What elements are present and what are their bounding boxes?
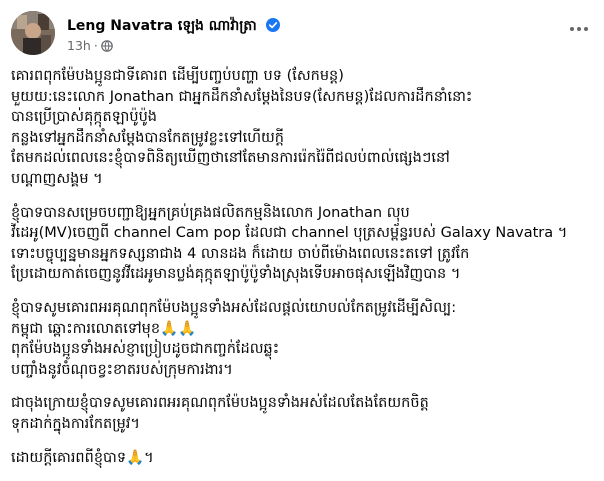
- post-paragraph: ខ្ញុំបាទសូមគោរពអរគុណពុកម៉ែបងប្អូនទាំងអស់…: [11, 298, 592, 380]
- post-paragraph: ជាចុងក្រោយខ្ញុំបាទសូមគោរពអរគុណពុកម៉ែបងប្…: [11, 393, 592, 434]
- post-text-line: ដោយក្តីគោរពពីខ្ញុំបាទ🙏។: [11, 449, 154, 466]
- more-options-button[interactable]: [565, 19, 593, 39]
- author-line: Leng Navatra ឡេង ណាវ៉ាត្រា: [67, 15, 280, 35]
- more-options-icon-dot: [570, 27, 574, 31]
- post-text-line: ពុកម៉ែបងប្អូនទាំងអស់ខ្ញាប្រៀបដូចជាកញ្ចក់…: [11, 341, 280, 358]
- post-meta: 13h ·: [67, 38, 113, 53]
- post-text-line: កម្ពុជា ឆ្ពោះការលោតទៅមុខ🙏🙏: [11, 320, 197, 337]
- post-text-line: គោរពពុកម៉ែបងប្អូនជាទីគោរព ដើម្បីបញ្ចប់បញ…: [11, 68, 344, 84]
- post-text-line: ទោះបច្ចុប្បន្នមានអ្នកទស្សនាជាង 4 លានដង ក…: [11, 245, 470, 262]
- author-name[interactable]: Leng Navatra ឡេង ណាវ៉ាត្រា: [67, 18, 257, 34]
- post-paragraph: គោរពពុកម៉ែបងប្អូនជាទីគោរព ដើម្បីបញ្ចប់បញ…: [11, 66, 592, 190]
- globe-icon[interactable]: [101, 40, 113, 52]
- post-text-line: ខ្ញុំបាទសូមគោរពអរគុណពុកម៉ែបងប្អូនទាំងអស់…: [11, 299, 457, 316]
- more-options-icon-dot: [584, 27, 588, 31]
- post-text-line: ប្រែដោយកាត់ចេញនូវវីដេអូមានប្លង់គុក្កុតឡា…: [11, 266, 461, 283]
- facebook-post: Leng Navatra ឡេង ណាវ៉ាត្រា 13h · គោរពពុកម…: [0, 0, 604, 466]
- post-timestamp[interactable]: 13h: [67, 38, 91, 53]
- post-text-line: ខ្ញុំបាទបានសម្រេចបញ្ជាឱ្យអ្នកគ្រប់គ្រងផល…: [11, 204, 410, 221]
- post-text-line: វីដេអូ(MV)ចេញពី channel Cam pop ដែលជា ch…: [11, 225, 568, 242]
- more-options-icon-dot: [577, 27, 581, 31]
- post-text-line: ទុកដាក់ក្នុងការកែតម្រូវ។: [11, 415, 140, 432]
- post-text-line: មួយយ:នេះលោក Jonathan ជាអ្នកដឹកនាំសម្តែងន…: [11, 88, 473, 105]
- post-text-line: ជាចុងក្រោយខ្ញុំបាទសូមគោរពអរគុណពុកម៉ែបងប្…: [11, 395, 429, 412]
- post-text-line: បានប្រើប្រាស់គុក្កុតឡាប៉ូប៉ូង: [11, 109, 157, 126]
- post-paragraph: ដោយក្តីគោរពពីខ្ញុំបាទ🙏។: [11, 448, 592, 469]
- meta-separator: ·: [93, 38, 98, 53]
- post-text-line: បញ្ចាំងនូវចំណុចខ្វះខាតរបស់ក្រុមការងារ។: [11, 361, 233, 378]
- author-avatar[interactable]: [11, 11, 55, 55]
- post-paragraph: ខ្ញុំបាទបានសម្រេចបញ្ជាឱ្យអ្នកគ្រប់គ្រងផល…: [11, 203, 592, 285]
- post-body: គោរពពុកម៉ែបងប្អូនជាទីគោរព ដើម្បីបញ្ចប់បញ…: [11, 66, 592, 481]
- post-text-line: តែមកដល់ពេលនេះខ្ញុំបាទពិនិត្យឃើញថានៅតែមាន…: [11, 150, 450, 167]
- verified-badge-icon: [265, 17, 280, 32]
- post-header: Leng Navatra ឡេង ណាវ៉ាត្រា 13h ·: [11, 11, 593, 57]
- post-text-line: បណ្តាញសង្គម ។: [11, 170, 103, 187]
- post-text-line: កន្លងទៅអ្នកដឹកនាំសម្តែងបានកែតម្រូវខ្លះទៅ…: [11, 129, 285, 146]
